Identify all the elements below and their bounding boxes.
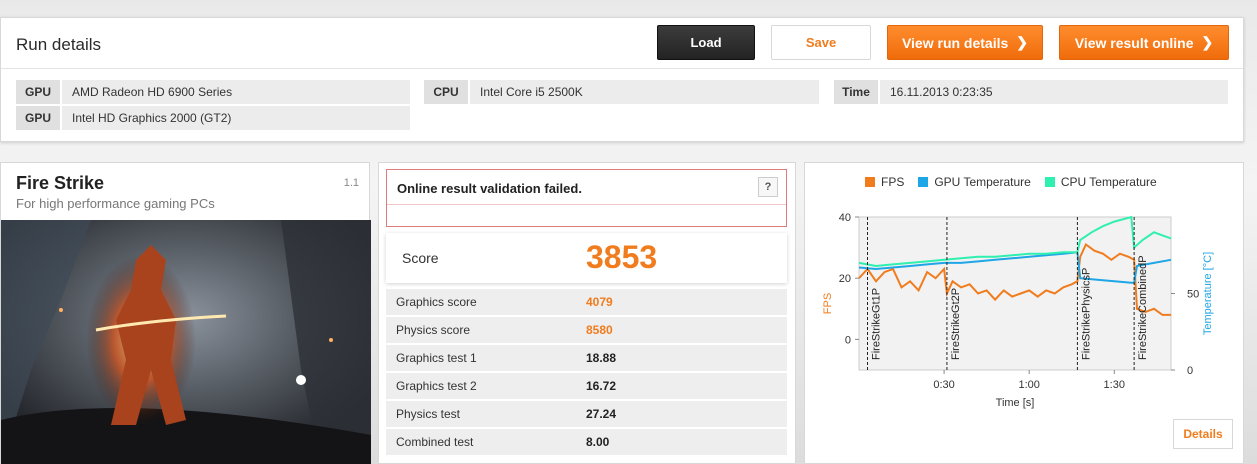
phase-marker-label: FireStrikeGt1P (871, 288, 883, 360)
view-run-details-button[interactable]: View run details ❯ (887, 25, 1043, 60)
result-value: 27.24 (586, 407, 617, 421)
monitoring-chart-panel: FPS GPU Temperature CPU Temperature 0 20 4… (804, 162, 1244, 464)
result-label: Graphics test 1 (396, 351, 477, 365)
result-label: Graphics score (396, 295, 477, 309)
cpu-label: CPU (424, 80, 470, 104)
view-run-details-label: View run details (901, 34, 1009, 51)
benchmark-panel: Fire Strike For high performance gaming … (0, 162, 371, 464)
legend-swatch-fps (865, 177, 875, 187)
x-tick-label: 1:30 (1104, 379, 1125, 391)
legend-item: FPS (865, 175, 904, 189)
y-axis-label: FPS (822, 293, 834, 314)
chart-legend: FPS GPU Temperature CPU Temperature (865, 175, 1157, 189)
result-value: 8.00 (586, 435, 610, 449)
x-axis-label: Time [s] (996, 397, 1035, 409)
plot-area (858, 216, 1172, 371)
result-label: Physics test (396, 407, 461, 421)
help-icon[interactable]: ? (758, 177, 778, 197)
gpu-value: Intel HD Graphics 2000 (GT2) (72, 111, 232, 125)
benchmark-subtitle: For high performance gaming PCs (16, 196, 215, 211)
benchmark-name: Fire Strike (16, 173, 105, 193)
result-row: Physics test 27.24 (386, 401, 787, 427)
chevron-right-icon: ❯ (1201, 34, 1214, 50)
gpu-value: AMD Radeon HD 6900 Series (72, 85, 233, 99)
time-value: 16.11.2013 0:23:35 (890, 85, 993, 99)
score-value: 3853 (586, 239, 658, 275)
y2-axis-label: Temperature [°C] (1202, 252, 1214, 335)
divider (387, 204, 786, 205)
validation-alert: Online result validation failed. ? (386, 169, 787, 227)
monitoring-chart: 0 20 40 0 50 0:30 1:00 1:30 Time [s] FPS Temperatu… (822, 212, 1214, 409)
gpu-row-2: GPU Intel HD Graphics 2000 (GT2) (16, 106, 410, 130)
x-tick-label: 1:00 (1018, 379, 1039, 391)
legend-swatch-cpu-temp (1044, 177, 1055, 187)
y2-tick-label: 50 (1187, 289, 1199, 301)
score-label: Score (402, 250, 439, 266)
y-tick-label: 0 (845, 334, 851, 346)
phase-marker-label: FireStrikePhysicsP (1080, 268, 1092, 360)
chevron-right-icon: ❯ (1016, 34, 1029, 50)
result-label: Physics score (396, 323, 471, 337)
gpu-label: GPU (16, 80, 62, 104)
result-value: 4079 (586, 295, 613, 309)
time-label: Time (834, 80, 880, 104)
divider (1, 68, 1243, 69)
y-tick-label: 40 (839, 212, 851, 224)
legend-label: CPU Temperature (1060, 175, 1157, 189)
cpu-value: Intel Core i5 2500K (480, 85, 583, 99)
result-row: Graphics score 4079 (386, 289, 787, 315)
result-value: 8580 (586, 323, 613, 337)
result-row: Combined test 8.00 (386, 429, 787, 455)
details-button[interactable]: Details (1173, 419, 1233, 449)
result-value: 16.72 (586, 379, 617, 393)
result-label: Graphics test 2 (396, 379, 477, 393)
gpu-label: GPU (16, 106, 62, 130)
score-panel: Online result validation failed. ? Score… (378, 162, 796, 464)
legend-label: GPU Temperature (934, 175, 1031, 189)
result-label: Combined test (396, 435, 474, 449)
y-tick-label: 20 (839, 273, 851, 285)
phase-marker-label: FireStrikeCombinedP (1137, 255, 1149, 360)
result-row: Physics score 8580 (386, 317, 787, 343)
view-result-online-label: View result online (1074, 34, 1194, 51)
load-button[interactable]: Load (657, 25, 755, 60)
save-button[interactable]: Save (771, 25, 871, 60)
result-value: 18.88 (586, 351, 617, 365)
cpu-row: CPU Intel Core i5 2500K (424, 80, 819, 104)
score-box: Score 3853 (386, 233, 787, 283)
legend-label: FPS (881, 175, 905, 189)
validation-message: Online result validation failed. (397, 181, 582, 196)
y2-tick-label: 0 (1187, 365, 1193, 377)
legend-swatch-gpu-temp (918, 177, 929, 187)
run-details-panel: Run details Load Save View run details ❯… (0, 17, 1244, 142)
gpu-row-1: GPU AMD Radeon HD 6900 Series (16, 80, 410, 104)
x-tick-label: 0:30 (933, 379, 954, 391)
page-title: Run details (16, 35, 102, 54)
fire-strike-artwork (1, 220, 371, 464)
benchmark-image (1, 220, 371, 464)
result-row: Graphics test 1 18.88 (386, 345, 787, 371)
time-row: Time 16.11.2013 0:23:35 (834, 80, 1228, 104)
legend-item: CPU Temperature (1044, 175, 1157, 189)
result-row: Graphics test 2 16.72 (386, 373, 787, 399)
view-result-online-button[interactable]: View result online ❯ (1059, 25, 1229, 60)
phase-marker-label: FireStrikeGt2P (950, 288, 962, 360)
benchmark-version: 1.1 (343, 177, 359, 189)
legend-item: GPU Temperature (918, 175, 1031, 189)
